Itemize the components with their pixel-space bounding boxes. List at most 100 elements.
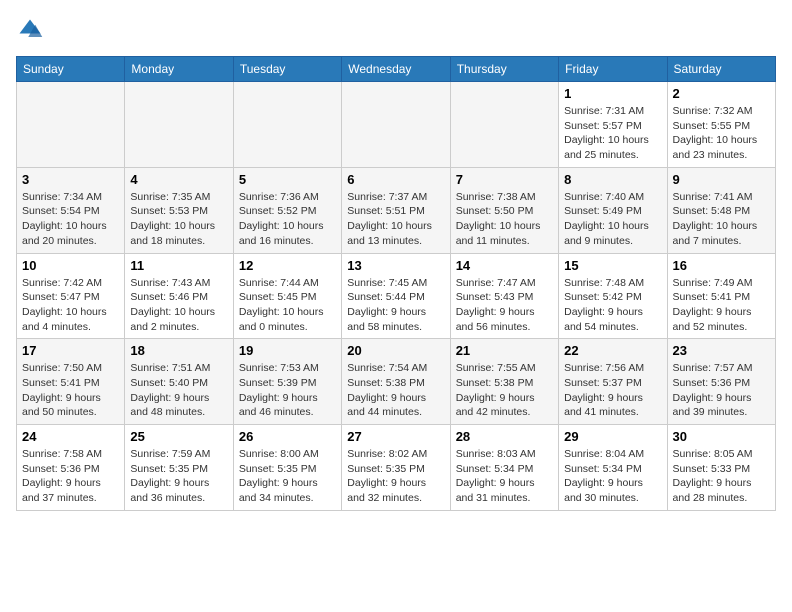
day-number: 10 <box>22 258 119 273</box>
calendar-cell <box>125 82 233 168</box>
calendar-cell: 29 Sunrise: 8:04 AMSunset: 5:34 PMDayligh… <box>559 425 667 511</box>
day-number: 4 <box>130 172 227 187</box>
calendar-cell <box>233 82 341 168</box>
calendar-cell <box>17 82 125 168</box>
logo-icon <box>16 16 44 44</box>
calendar-cell: 22 Sunrise: 7:56 AMSunset: 5:37 PMDayligh… <box>559 339 667 425</box>
day-number: 21 <box>456 343 553 358</box>
day-number: 30 <box>673 429 770 444</box>
day-number: 8 <box>564 172 661 187</box>
day-info: Sunrise: 7:51 AMSunset: 5:40 PMDaylight:… <box>130 361 227 420</box>
day-number: 13 <box>347 258 444 273</box>
day-number: 1 <box>564 86 661 101</box>
day-info: Sunrise: 7:43 AMSunset: 5:46 PMDaylight:… <box>130 276 227 335</box>
day-info: Sunrise: 8:05 AMSunset: 5:33 PMDaylight:… <box>673 447 770 506</box>
day-number: 12 <box>239 258 336 273</box>
day-info: Sunrise: 7:42 AMSunset: 5:47 PMDaylight:… <box>22 276 119 335</box>
day-number: 27 <box>347 429 444 444</box>
day-number: 11 <box>130 258 227 273</box>
calendar-cell: 26 Sunrise: 8:00 AMSunset: 5:35 PMDayligh… <box>233 425 341 511</box>
day-info: Sunrise: 7:38 AMSunset: 5:50 PMDaylight:… <box>456 190 553 249</box>
calendar-cell: 18 Sunrise: 7:51 AMSunset: 5:40 PMDayligh… <box>125 339 233 425</box>
day-number: 7 <box>456 172 553 187</box>
day-number: 29 <box>564 429 661 444</box>
day-info: Sunrise: 7:48 AMSunset: 5:42 PMDaylight:… <box>564 276 661 335</box>
calendar-cell: 7 Sunrise: 7:38 AMSunset: 5:50 PMDaylight… <box>450 167 558 253</box>
day-number: 26 <box>239 429 336 444</box>
calendar-cell: 24Sunrise: 7:58 AMSunset: 5:36 PMDayligh… <box>17 425 125 511</box>
day-number: 24 <box>22 429 119 444</box>
calendar-cell: 20 Sunrise: 7:54 AMSunset: 5:38 PMDayligh… <box>342 339 450 425</box>
weekday-header-thursday: Thursday <box>450 57 558 82</box>
calendar-cell: 23 Sunrise: 7:57 AMSunset: 5:36 PMDayligh… <box>667 339 775 425</box>
day-info: Sunrise: 7:55 AMSunset: 5:38 PMDaylight:… <box>456 361 553 420</box>
day-number: 22 <box>564 343 661 358</box>
day-number: 17 <box>22 343 119 358</box>
weekday-header-sunday: Sunday <box>17 57 125 82</box>
calendar-cell: 1 Sunrise: 7:31 AMSunset: 5:57 PMDaylight… <box>559 82 667 168</box>
calendar-cell: 6 Sunrise: 7:37 AMSunset: 5:51 PMDaylight… <box>342 167 450 253</box>
calendar-cell: 16 Sunrise: 7:49 AMSunset: 5:41 PMDayligh… <box>667 253 775 339</box>
weekday-header-monday: Monday <box>125 57 233 82</box>
calendar-cell: 8 Sunrise: 7:40 AMSunset: 5:49 PMDaylight… <box>559 167 667 253</box>
calendar-cell: 14Sunrise: 7:47 AMSunset: 5:43 PMDayligh… <box>450 253 558 339</box>
calendar-cell: 5Sunrise: 7:36 AMSunset: 5:52 PMDaylight… <box>233 167 341 253</box>
day-info: Sunrise: 8:02 AMSunset: 5:35 PMDaylight:… <box>347 447 444 506</box>
weekday-header-saturday: Saturday <box>667 57 775 82</box>
day-number: 2 <box>673 86 770 101</box>
calendar-cell: 13 Sunrise: 7:45 AMSunset: 5:44 PMDayligh… <box>342 253 450 339</box>
calendar-cell: 21 Sunrise: 7:55 AMSunset: 5:38 PMDayligh… <box>450 339 558 425</box>
calendar-cell: 27 Sunrise: 8:02 AMSunset: 5:35 PMDayligh… <box>342 425 450 511</box>
day-info: Sunrise: 7:57 AMSunset: 5:36 PMDaylight:… <box>673 361 770 420</box>
day-info: Sunrise: 7:40 AMSunset: 5:49 PMDaylight:… <box>564 190 661 249</box>
day-info: Sunrise: 7:31 AMSunset: 5:57 PMDaylight:… <box>564 104 661 163</box>
day-info: Sunrise: 7:49 AMSunset: 5:41 PMDaylight:… <box>673 276 770 335</box>
day-number: 16 <box>673 258 770 273</box>
calendar-cell: 3Sunrise: 7:34 AMSunset: 5:54 PMDaylight… <box>17 167 125 253</box>
calendar-cell: 30 Sunrise: 8:05 AMSunset: 5:33 PMDayligh… <box>667 425 775 511</box>
calendar-cell: 11 Sunrise: 7:43 AMSunset: 5:46 PMDayligh… <box>125 253 233 339</box>
day-number: 23 <box>673 343 770 358</box>
calendar-cell: 17 Sunrise: 7:50 AMSunset: 5:41 PMDayligh… <box>17 339 125 425</box>
day-info: Sunrise: 7:59 AMSunset: 5:35 PMDaylight:… <box>130 447 227 506</box>
day-number: 3 <box>22 172 119 187</box>
day-number: 25 <box>130 429 227 444</box>
day-info: Sunrise: 7:50 AMSunset: 5:41 PMDaylight:… <box>22 361 119 420</box>
page-header <box>16 16 776 44</box>
day-info: Sunrise: 7:41 AMSunset: 5:48 PMDaylight:… <box>673 190 770 249</box>
day-info: Sunrise: 7:32 AMSunset: 5:55 PMDaylight:… <box>673 104 770 163</box>
calendar-cell: 15Sunrise: 7:48 AMSunset: 5:42 PMDayligh… <box>559 253 667 339</box>
day-number: 20 <box>347 343 444 358</box>
day-info: Sunrise: 7:35 AMSunset: 5:53 PMDaylight:… <box>130 190 227 249</box>
day-info: Sunrise: 7:45 AMSunset: 5:44 PMDaylight:… <box>347 276 444 335</box>
calendar-cell: 4 Sunrise: 7:35 AMSunset: 5:53 PMDaylight… <box>125 167 233 253</box>
calendar-cell <box>450 82 558 168</box>
day-info: Sunrise: 7:56 AMSunset: 5:37 PMDaylight:… <box>564 361 661 420</box>
weekday-header-friday: Friday <box>559 57 667 82</box>
calendar-cell: 2 Sunrise: 7:32 AMSunset: 5:55 PMDaylight… <box>667 82 775 168</box>
day-number: 9 <box>673 172 770 187</box>
day-info: Sunrise: 7:54 AMSunset: 5:38 PMDaylight:… <box>347 361 444 420</box>
day-number: 6 <box>347 172 444 187</box>
calendar-cell: 10 Sunrise: 7:42 AMSunset: 5:47 PMDayligh… <box>17 253 125 339</box>
day-info: Sunrise: 8:04 AMSunset: 5:34 PMDaylight:… <box>564 447 661 506</box>
calendar-cell: 25 Sunrise: 7:59 AMSunset: 5:35 PMDayligh… <box>125 425 233 511</box>
day-number: 18 <box>130 343 227 358</box>
day-info: Sunrise: 8:00 AMSunset: 5:35 PMDaylight:… <box>239 447 336 506</box>
calendar-cell: 9 Sunrise: 7:41 AMSunset: 5:48 PMDaylight… <box>667 167 775 253</box>
day-number: 5 <box>239 172 336 187</box>
logo <box>16 16 48 44</box>
day-info: Sunrise: 8:03 AMSunset: 5:34 PMDaylight:… <box>456 447 553 506</box>
day-number: 19 <box>239 343 336 358</box>
calendar-table: SundayMondayTuesdayWednesdayThursdayFrid… <box>16 56 776 511</box>
calendar-cell: 19 Sunrise: 7:53 AMSunset: 5:39 PMDayligh… <box>233 339 341 425</box>
calendar-cell: 28Sunrise: 8:03 AMSunset: 5:34 PMDayligh… <box>450 425 558 511</box>
weekday-header-wednesday: Wednesday <box>342 57 450 82</box>
calendar-cell: 12 Sunrise: 7:44 AMSunset: 5:45 PMDayligh… <box>233 253 341 339</box>
day-number: 14 <box>456 258 553 273</box>
weekday-header-tuesday: Tuesday <box>233 57 341 82</box>
day-info: Sunrise: 7:37 AMSunset: 5:51 PMDaylight:… <box>347 190 444 249</box>
day-info: Sunrise: 7:44 AMSunset: 5:45 PMDaylight:… <box>239 276 336 335</box>
day-info: Sunrise: 7:53 AMSunset: 5:39 PMDaylight:… <box>239 361 336 420</box>
calendar-cell <box>342 82 450 168</box>
